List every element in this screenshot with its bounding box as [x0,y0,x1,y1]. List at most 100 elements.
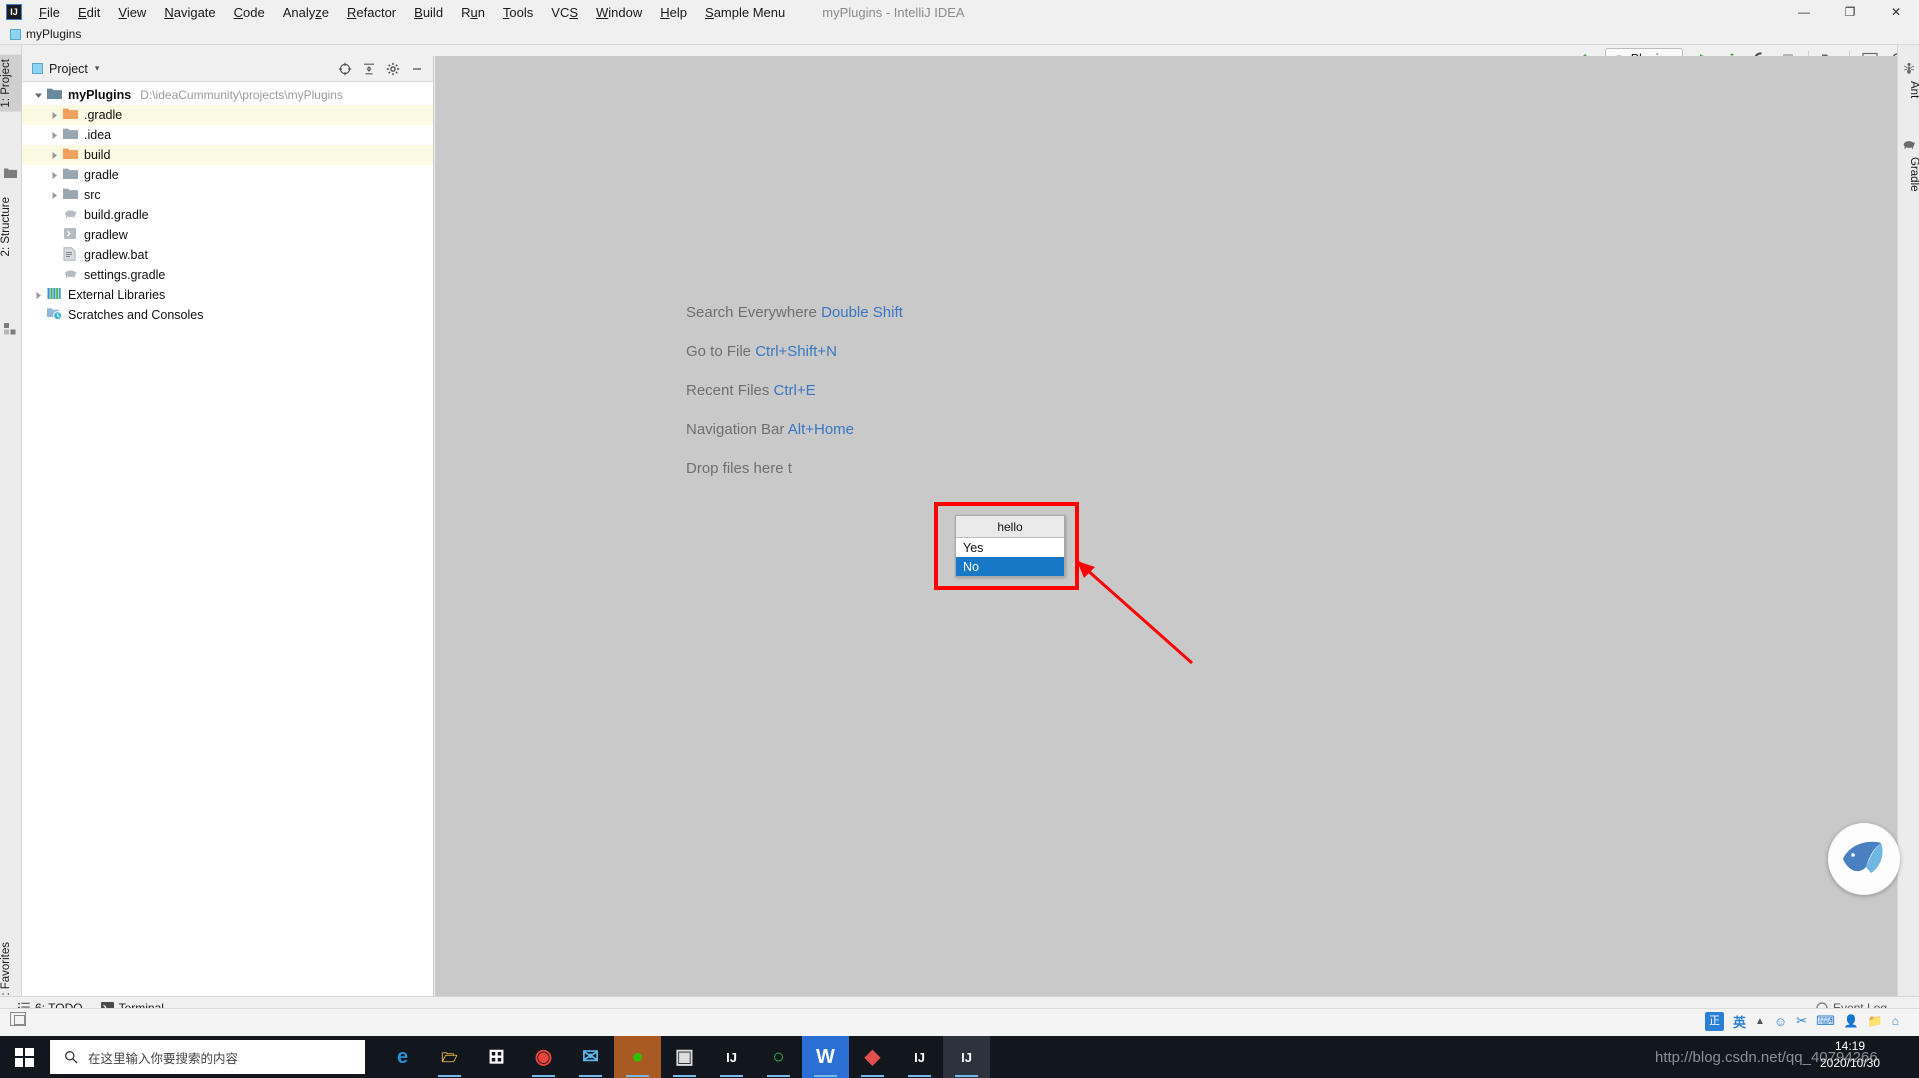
chevron-right-icon[interactable] [48,189,61,202]
menu-item-code[interactable]: Code [225,2,274,23]
menu-item-build[interactable]: Build [405,2,452,23]
menu-item-analyze[interactable]: Analyze [274,2,338,23]
project-tool-window: Project ▾ myPlugins D:\ideaCummunity\proj… [22,56,434,996]
gradle-file-icon [63,207,79,223]
tree-node-gradlew[interactable]: gradlew [22,225,433,245]
maximize-button[interactable]: ❐ [1827,0,1873,24]
taskbar-app-navicat-icon[interactable]: ○ [755,1036,802,1078]
module-folder-icon [47,87,63,103]
taskbar-running-indicator [720,1075,743,1077]
menu-items: File Edit View Navigate Code Analyze Refactor B… [30,2,794,23]
taskbar-app-edge-icon[interactable]: e [379,1036,426,1078]
taskbar-app-sourcetree-icon[interactable]: ◆ [849,1036,896,1078]
taskbar-app-intellij-idea-icon[interactable]: IJ [708,1036,755,1078]
scissors-icon[interactable]: ✂ [1796,1013,1807,1029]
keyboard-icon[interactable]: ⌨ [1816,1013,1835,1029]
taskbar-app-intellij-idea-icon[interactable]: IJ [896,1036,943,1078]
menu-item-view[interactable]: View [109,2,155,23]
menu-item-edit[interactable]: Edit [69,2,109,23]
window-controls: — ❐ ✕ [1781,0,1919,24]
ime-lang-icon[interactable]: 英 [1733,1012,1746,1031]
hide-panel-icon[interactable] [406,58,428,80]
menu-item-vcs[interactable]: VCS [542,2,587,23]
tree-node-external-libraries[interactable]: External Libraries [22,285,433,305]
chevron-right-icon[interactable] [48,169,61,182]
chevron-right-icon[interactable] [48,149,61,162]
taskbar-app-file-explorer-icon[interactable]: 🗁 [426,1036,473,1078]
taskbar-running-indicator [579,1075,602,1077]
home-icon[interactable]: ⌂ [1892,1014,1899,1028]
menu-item-refactor[interactable]: Refactor [338,2,405,23]
windows-start-icon[interactable] [0,1036,48,1078]
menu-item-file[interactable]: File [30,2,69,23]
menu-item-window[interactable]: Window [587,2,651,23]
taskbar-running-indicator [626,1075,649,1077]
taskbar-app-chrome-icon[interactable]: ◉ [520,1036,567,1078]
sidebar-item-structure[interactable]: 2: Structure [0,193,22,260]
chevron-right-icon[interactable] [48,129,61,142]
menu-item-help[interactable]: Help [651,2,696,23]
editor-hint-4: Drop files here t [686,460,792,477]
taskbar-app-cmd-icon[interactable]: ▣ [661,1036,708,1078]
sidebar-item-gradle[interactable]: Gradle [1898,153,1919,196]
taskbar-running-indicator [532,1075,555,1077]
microsoft-store-icon: ⊞ [488,1046,505,1068]
taskbar-running-indicator [955,1075,978,1077]
chevron-down-icon[interactable]: ▾ [95,63,100,74]
menu-item-tools[interactable]: Tools [494,2,542,23]
foxmail-icon: ✉ [582,1046,599,1068]
taskbar-running-indicator [908,1075,931,1077]
taskbar-app-wps-icon[interactable]: W [802,1036,849,1078]
user-icon[interactable]: 👤 [1844,1014,1859,1028]
editor-hint-text: Navigation Bar [686,421,788,438]
clock-time: 14:19 [1834,1039,1866,1053]
menu-item-navigate[interactable]: Navigate [155,2,224,23]
collapse-all-icon[interactable] [358,58,380,80]
tree-node--gradle[interactable]: .gradle [22,105,433,125]
menu-item-run[interactable]: Run [452,2,494,23]
taskbar-search-input[interactable]: 在这里输入你要搜索的内容 [50,1040,365,1074]
settings-gear-icon[interactable] [382,58,404,80]
ime-pinyin-icon[interactable]: 正 [1704,1011,1724,1031]
bottom-bar [0,1008,1919,1036]
tree-node-build[interactable]: build [22,145,433,165]
dialog-option-yes[interactable]: Yes [956,538,1064,557]
bat-file-icon [63,247,79,263]
taskbar-app-wechat-icon[interactable]: ● [614,1036,661,1078]
folder-blue-icon[interactable]: 📁 [1868,1014,1883,1028]
taskbar-app-microsoft-store-icon[interactable]: ⊞ [473,1036,520,1078]
project-tree: myPlugins D:\ideaCummunity\projects\myPlu… [22,82,433,325]
navicat-icon: ○ [772,1046,785,1068]
menu-item-sample-menu[interactable]: Sample Menu [696,2,794,23]
close-button[interactable]: ✕ [1873,0,1919,24]
wechat-icon: ● [631,1046,644,1068]
tree-node-build-gradle[interactable]: build.gradle [22,205,433,225]
select-opened-file-icon[interactable] [334,58,356,80]
chevron-right-icon[interactable] [48,109,61,122]
chevron-up-icon[interactable]: ▲ [1755,1016,1765,1027]
tree-node--idea[interactable]: .idea [22,125,433,145]
taskbar-app-intellij-idea-active-icon[interactable]: IJ [943,1036,990,1078]
sidebar-item-project[interactable]: 1: Project [0,55,22,112]
intellij-idea-icon: IJ [6,4,22,20]
sidebar-item-ant[interactable]: Ant [1898,77,1919,102]
emoji-icon[interactable]: ☺ [1774,1014,1787,1029]
editor-empty-area: Search Everywhere Double Shift Go to File… [435,56,1897,996]
chevron-down-icon[interactable] [32,89,45,102]
taskbar-clock[interactable]: 14:19 2020/10/30 [1795,1038,1905,1073]
tree-node-settings-gradle[interactable]: settings.gradle [22,265,433,285]
tree-node-myplugins[interactable]: myPlugins D:\ideaCummunity\projects\myPlu… [22,85,433,105]
edge-icon: e [396,1046,409,1068]
bird-logo-icon[interactable] [1828,823,1900,895]
project-tab-label[interactable]: myPlugins [26,27,81,41]
dialog-option-no[interactable]: No [956,557,1064,576]
window-restore-icon[interactable] [10,1012,26,1026]
tree-node-src[interactable]: src [22,185,433,205]
taskbar-app-foxmail-icon[interactable]: ✉ [567,1036,614,1078]
tree-node-scratches-and-consoles[interactable]: Scratches and Consoles [22,305,433,325]
tree-node-gradle[interactable]: gradle [22,165,433,185]
tree-node-gradlew-bat[interactable]: gradlew.bat [22,245,433,265]
chevron-right-icon[interactable] [32,289,45,302]
project-panel-title[interactable]: Project [49,62,88,76]
minimize-button[interactable]: — [1781,0,1827,24]
